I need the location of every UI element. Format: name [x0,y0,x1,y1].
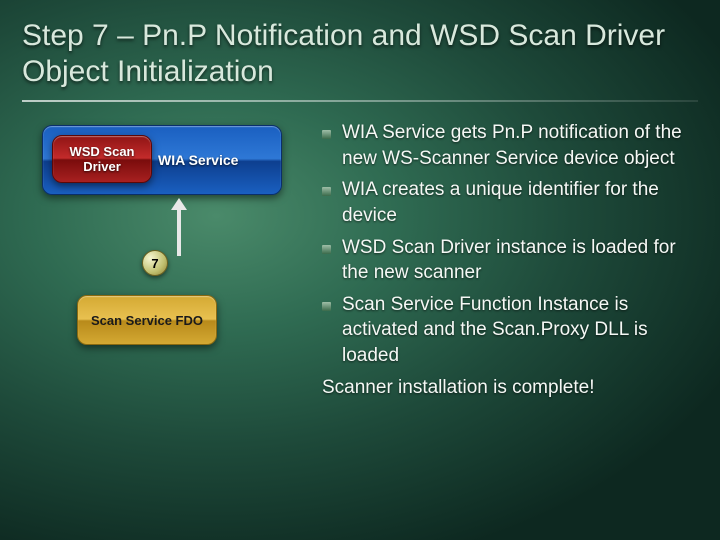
bullet-list-area: WIA Service gets Pn.P notification of th… [322,120,698,460]
step-number-badge: 7 [142,250,168,276]
bullet-text: Scan Service Function Instance is activa… [342,294,648,366]
bullet-text: WSD Scan Driver instance is loaded for t… [342,237,676,284]
content-area: WIA Service WSD Scan Driver 7 Scan Servi… [22,120,698,460]
bullet-text: WIA creates a unique identifier for the … [342,179,659,226]
scan-service-fdo-label: Scan Service FDO [91,313,203,328]
list-item: WSD Scan Driver instance is loaded for t… [322,235,698,286]
closing-statement: Scanner installation is complete! [322,375,698,401]
bullet-text: WIA Service gets Pn.P notification of th… [342,122,682,169]
arrow-up [174,198,184,256]
architecture-diagram: WIA Service WSD Scan Driver 7 Scan Servi… [22,120,302,460]
arrow-line [177,206,181,256]
bullet-list: WIA Service gets Pn.P notification of th… [322,120,698,369]
page-title: Step 7 – Pn.P Notification and WSD Scan … [22,18,698,90]
list-item: WIA creates a unique identifier for the … [322,177,698,228]
scan-service-fdo-box: Scan Service FDO [77,295,217,345]
list-item: WIA Service gets Pn.P notification of th… [322,120,698,171]
list-item: Scan Service Function Instance is activa… [322,292,698,369]
title-underline [22,100,698,102]
wsd-scan-driver-box: WSD Scan Driver [52,135,152,183]
step-number-label: 7 [151,256,158,271]
wsd-scan-driver-label: WSD Scan Driver [53,144,151,174]
wia-service-label: WIA Service [158,152,238,168]
